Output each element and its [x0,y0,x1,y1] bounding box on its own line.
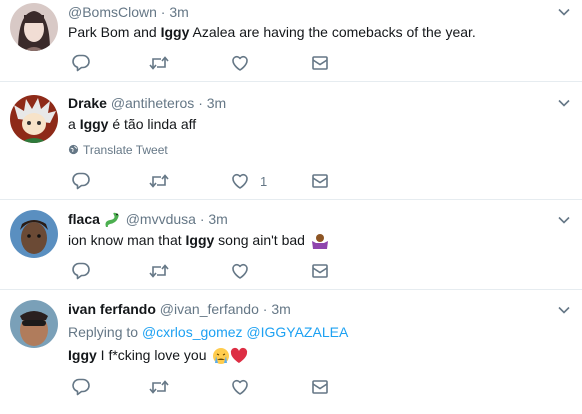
reply-icon [71,53,91,73]
retweet-icon [148,377,170,397]
tweet[interactable]: @BomsClown · 3m Park Bom and Iggy Azalea… [0,0,582,82]
person-shrugging-emoji-icon [311,234,328,250]
envelope-icon [310,261,330,281]
avatar[interactable] [10,3,58,51]
user-handle[interactable]: @BomsClown [68,4,157,20]
avatar[interactable] [10,210,58,258]
retweet-icon [148,53,170,73]
avatar[interactable] [10,300,58,348]
reply-button[interactable] [71,171,91,191]
chevron-down-icon[interactable] [558,306,570,314]
reply-icon [71,377,91,397]
heart-icon [230,171,250,191]
user-handle[interactable]: @antiheteros [111,95,194,111]
dm-button[interactable] [310,261,330,281]
tweet-actions [68,53,368,73]
mention-link[interactable]: @cxrlos_gomez [142,324,243,340]
tweet[interactable]: flaca @mvvdusa · 3m ion know man that Ig… [0,200,582,290]
text-part: I f*cking love you [96,347,207,363]
replying-to: Replying to @cxrlos_gomez @IGGYAZALEA [68,324,348,340]
user-handle[interactable]: @mvvdusa [126,211,196,227]
heart-icon [230,261,250,281]
dm-button[interactable] [310,53,330,73]
reply-button[interactable] [71,261,91,281]
user-handle[interactable]: @ivan_ferfando [160,301,259,317]
like-button[interactable] [230,261,250,281]
text-part: song ain't bad [214,232,305,248]
envelope-icon [310,53,330,73]
retweet-button[interactable] [148,261,170,281]
chevron-down-icon[interactable] [558,8,570,16]
retweet-icon [148,261,170,281]
tweet-actions: 1 [68,171,368,191]
timestamp[interactable]: 3m [207,95,226,111]
separator: · [160,4,166,20]
reply-icon [71,261,91,281]
chevron-down-icon[interactable] [558,216,570,224]
retweet-button[interactable] [148,171,170,191]
dm-button[interactable] [310,377,330,397]
separator: · [198,95,203,111]
like-button[interactable] [230,53,250,73]
tweet-text: Iggy I f*cking love you [68,347,248,365]
snake-emoji-icon [105,213,119,228]
tweet-actions [68,377,368,397]
envelope-icon [310,377,330,397]
reply-button[interactable] [71,377,91,397]
highlight-keyword: Iggy [79,116,109,132]
highlight-keyword: Iggy [160,24,190,40]
like-count: 1 [260,173,268,189]
retweet-button[interactable] [148,53,170,73]
reply-button[interactable] [71,53,91,73]
retweet-button[interactable] [148,377,170,397]
like-button[interactable]: 1 [230,171,267,191]
tweet-text: a Iggy é tão linda aff [68,116,196,132]
highlight-keyword: Iggy [185,232,215,248]
timestamp[interactable]: 3m [271,301,290,317]
text-part: é tão linda aff [108,116,197,132]
globe-icon [68,144,79,155]
translate-tweet-link[interactable]: Translate Tweet [68,143,168,157]
tweet-actions [68,261,368,281]
avatar[interactable] [10,95,58,143]
tweet-header: ivan ferfando @ivan_ferfando · 3m [68,301,291,317]
heart-icon [230,377,250,397]
tweet[interactable]: ivan ferfando @ivan_ferfando · 3m Replyi… [0,290,582,414]
chevron-down-icon[interactable] [558,99,570,107]
reply-icon [71,171,91,191]
crying-face-emoji-icon [213,348,230,365]
dm-button[interactable] [310,171,330,191]
replying-to-label: Replying to [68,324,139,340]
timestamp[interactable]: 3m [208,211,227,227]
text-part: ion know man that [68,232,186,248]
separator: · [199,211,205,227]
translate-label: Translate Tweet [83,143,168,157]
like-button[interactable] [230,377,250,397]
tweet-text: ion know man that Iggy song ain't bad [68,232,329,250]
text-part: Park Bom and [68,24,161,40]
separator: · [262,301,268,317]
tweet-header: flaca @mvvdusa · 3m [68,211,228,229]
display-name[interactable]: flaca [68,211,100,227]
highlight-keyword: Iggy [68,347,97,363]
tweet-header: Drake @antiheteros · 3m [68,95,226,111]
retweet-icon [148,171,170,191]
mention-link[interactable]: @IGGYAZALEA [246,324,348,340]
tweet-header: @BomsClown · 3m [68,4,189,20]
heart-icon [230,53,250,73]
red-heart-emoji-icon [231,348,248,364]
timestamp[interactable]: 3m [169,4,188,20]
display-name[interactable]: Drake [68,95,107,111]
text-part: Azalea are having the comebacks of the y… [189,24,476,40]
tweet-text: Park Bom and Iggy Azalea are having the … [68,24,476,40]
tweet[interactable]: Drake @antiheteros · 3m a Iggy é tão lin… [0,82,582,200]
text-part: a [68,116,80,132]
display-name[interactable]: ivan ferfando [68,301,156,317]
envelope-icon [310,171,330,191]
